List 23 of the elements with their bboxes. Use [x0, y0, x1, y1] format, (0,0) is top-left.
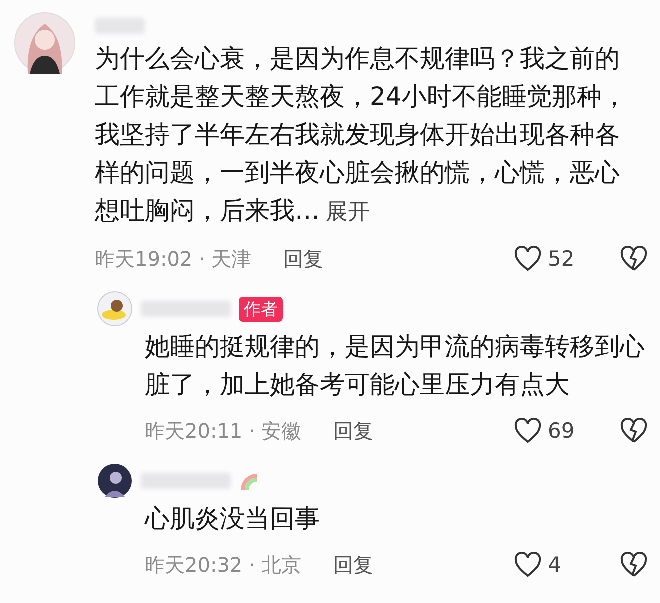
- avatar-icon: [97, 463, 133, 499]
- like-icon[interactable]: [514, 418, 542, 444]
- like-count: 4: [548, 553, 562, 577]
- expand-link[interactable]: 展开: [326, 200, 370, 225]
- dislike-icon[interactable]: [620, 418, 648, 444]
- avatar-icon: [14, 12, 76, 74]
- author-badge: 作者: [239, 296, 283, 322]
- like-count: 52: [548, 247, 576, 271]
- comment-time-location: 昨天20:32 · 北京: [145, 552, 302, 578]
- comment-text: 心肌炎没当回事: [145, 503, 321, 535]
- reply-button[interactable]: 回复: [334, 552, 374, 578]
- dislike-icon[interactable]: [620, 246, 648, 272]
- dislike-icon[interactable]: [620, 552, 648, 578]
- reply-button[interactable]: 回复: [284, 246, 324, 272]
- avatar-icon: [97, 291, 133, 327]
- like-count: 69: [548, 419, 576, 443]
- like-icon[interactable]: [514, 246, 542, 272]
- comment-time-location: 昨天19:02 · 天津: [95, 246, 252, 272]
- reply-button[interactable]: 回复: [334, 418, 374, 444]
- like-icon[interactable]: [514, 552, 542, 578]
- comment-time-location: 昨天20:11 · 安徽: [145, 418, 302, 444]
- comment-text: 她睡的挺规律的，是因为甲流的病毒转移到心脏了，加上她备考可能心里压力有点大: [145, 331, 646, 401]
- comment-text: 为什么会心衰，是因为作息不规律吗？我之前的工作就是整天整天熬夜，24小时不能睡觉那种，我坚持了半年左右我就发现身体开始出现各种各样的问题，一到半夜心脏会揪的慌，心慌，恶心想吐胸闷，后来我… 展开: [95, 43, 628, 227]
